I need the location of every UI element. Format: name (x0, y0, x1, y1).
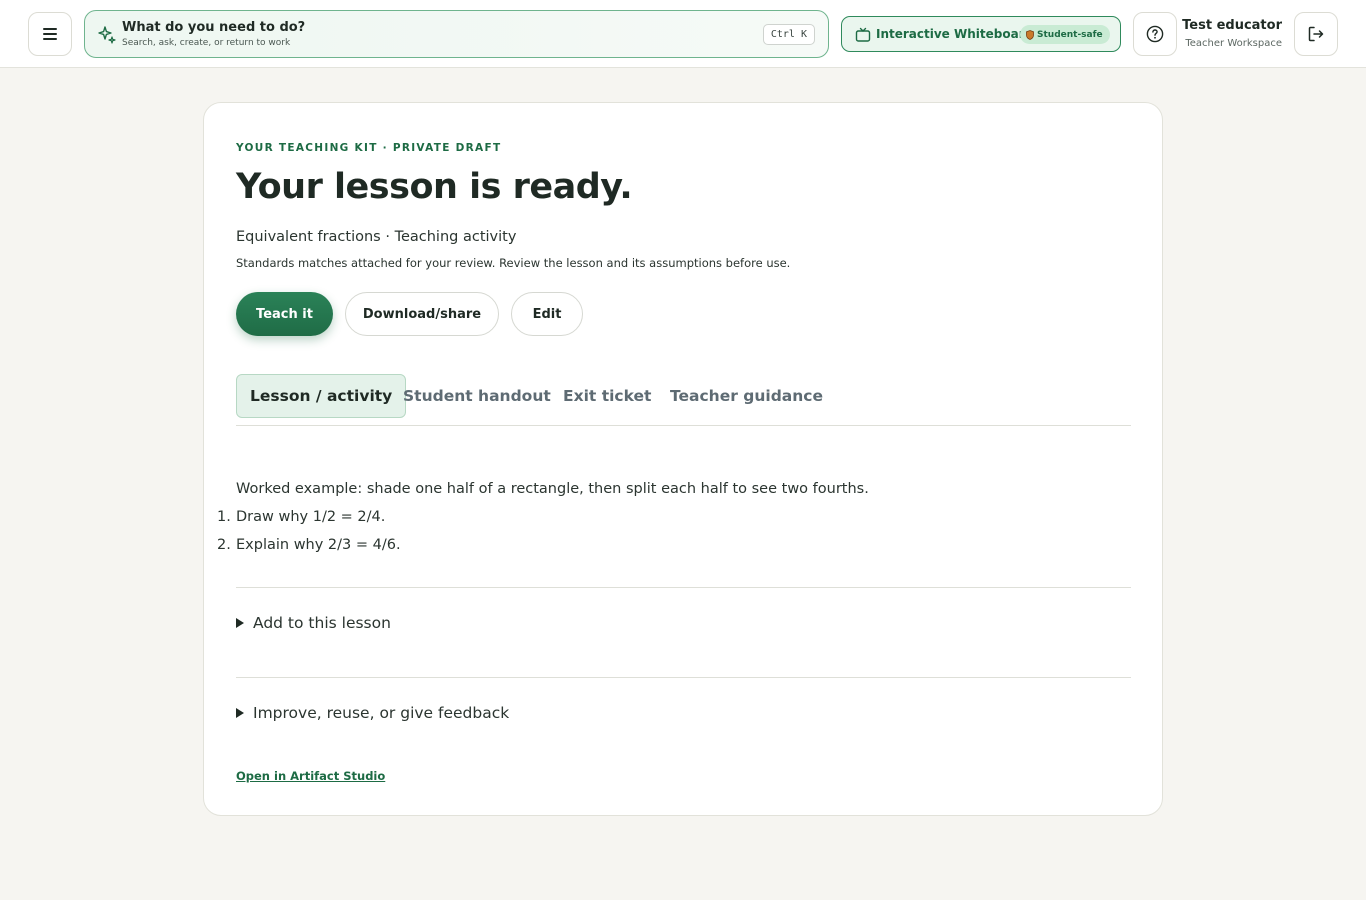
tab-teacher-guidance[interactable]: Teacher guidance (670, 374, 823, 418)
steps-list: 1. Draw why 1/2 = 2/4. 2. Explain why 2/… (217, 503, 1131, 559)
logout-button[interactable] (1294, 12, 1338, 56)
open-artifact-studio-link[interactable]: Open in Artifact Studio (236, 769, 385, 783)
divider (236, 587, 1131, 588)
list-item: 2. Explain why 2/3 = 4/6. (217, 531, 1131, 559)
menu-button[interactable] (28, 12, 72, 56)
lesson-subtitle: Equivalent fractions · Teaching activity (236, 229, 517, 245)
shortcut-hint: Ctrl K (762, 24, 815, 45)
improve-feedback-label: Improve, reuse, or give feedback (253, 704, 510, 722)
lesson-tabs: Lesson / activity Student handout Exit t… (236, 374, 1131, 426)
help-circle-icon (1146, 25, 1164, 43)
shield-icon (1026, 29, 1034, 40)
command-title: What do you need to do? (122, 20, 306, 35)
help-button[interactable] (1133, 12, 1177, 56)
command-search-bar[interactable]: What do you need to do? Search, ask, cre… (84, 10, 829, 58)
tab-exit-ticket[interactable]: Exit ticket (563, 374, 651, 418)
step-text: Draw why 1/2 = 2/4. (236, 509, 386, 525)
download-share-button[interactable]: Download/share (345, 292, 499, 336)
logout-icon (1308, 26, 1324, 42)
expand-triangle-icon (236, 618, 244, 628)
command-subtitle: Search, ask, create, or return to work (122, 38, 291, 48)
step-number: 1. (217, 509, 231, 525)
user-name: Test educator (1182, 18, 1282, 33)
badge-label: Student-safe (1037, 29, 1103, 40)
review-note: Standards matches attached for your revi… (236, 256, 791, 270)
add-to-lesson-label: Add to this lesson (253, 614, 391, 632)
interactive-whiteboard-button[interactable]: Interactive Whiteboard Student-safe (841, 16, 1121, 52)
step-text: Explain why 2/3 = 4/6. (236, 537, 401, 553)
worked-example: Worked example: shade one half of a rect… (236, 481, 869, 497)
tab-student-handout[interactable]: Student handout (403, 374, 551, 418)
lesson-card: YOUR TEACHING KIT · PRIVATE DRAFT Your l… (203, 102, 1163, 816)
kit-eyebrow: YOUR TEACHING KIT · PRIVATE DRAFT (236, 142, 502, 154)
tab-lesson-activity[interactable]: Lesson / activity (236, 374, 407, 418)
top-bar: What do you need to do? Search, ask, cre… (0, 0, 1366, 68)
page-title: Your lesson is ready. (236, 167, 633, 207)
lesson-content: Worked example: shade one half of a rect… (217, 475, 1131, 559)
list-item: 1. Draw why 1/2 = 2/4. (217, 503, 1131, 531)
step-number: 2. (217, 537, 231, 553)
student-safe-badge: Student-safe (1020, 25, 1110, 44)
teach-it-button[interactable]: Teach it (236, 292, 333, 336)
user-role: Teacher Workspace (1185, 38, 1282, 49)
improve-feedback-toggle[interactable]: Improve, reuse, or give feedback (236, 704, 509, 722)
sparkle-icon (98, 26, 116, 44)
tv-icon (855, 27, 871, 42)
add-to-lesson-toggle[interactable]: Add to this lesson (236, 614, 391, 632)
divider (236, 677, 1131, 678)
whiteboard-label: Interactive Whiteboard (876, 27, 1034, 41)
edit-button[interactable]: Edit (511, 292, 583, 336)
expand-triangle-icon (236, 708, 244, 718)
hamburger-menu-icon (43, 28, 57, 40)
